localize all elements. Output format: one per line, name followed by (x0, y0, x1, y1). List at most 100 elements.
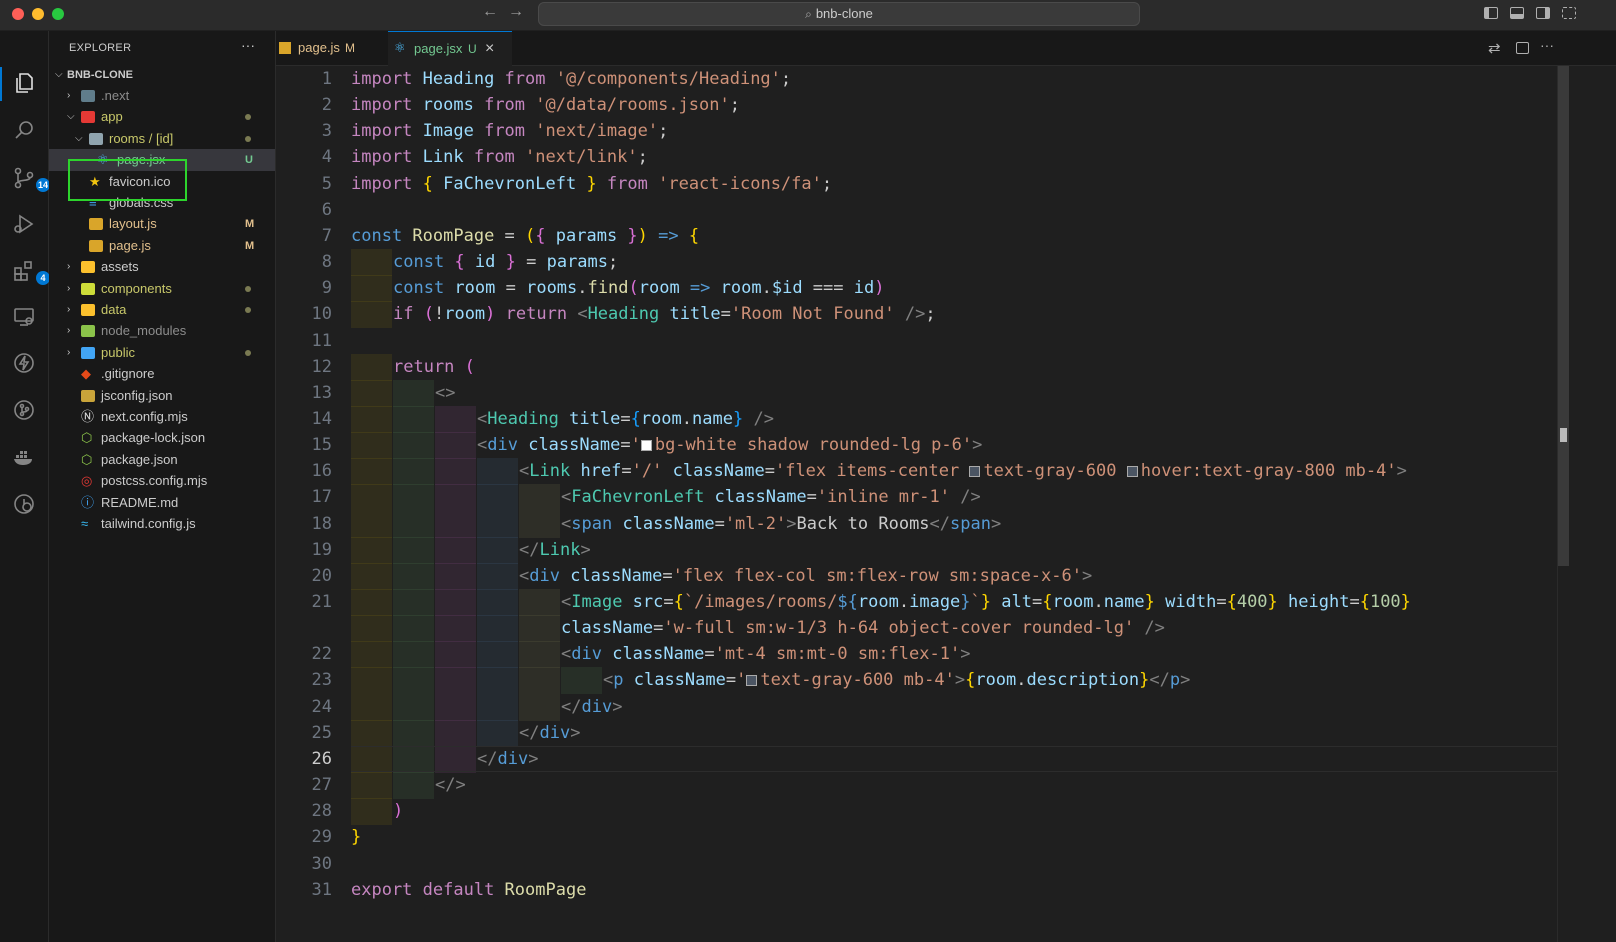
minimize-window-button[interactable] (32, 8, 44, 20)
code-line[interactable]: import Heading from '@/components/Headin… (351, 66, 791, 92)
code-token: = (663, 592, 674, 612)
tree-item-package-json[interactable]: ⬡ package.json (49, 449, 275, 471)
tree-item-next[interactable]: › .next (49, 85, 275, 107)
code-token: ; (637, 147, 648, 168)
indent-guide (435, 562, 476, 590)
tree-item-components[interactable]: › components (49, 278, 275, 300)
code-line[interactable]: </Link> (519, 537, 591, 563)
command-center-search[interactable]: ⌕ bnb-clone (538, 2, 1140, 26)
code-line[interactable]: <p className=' text-gray-600 mb-4'>{room.… (603, 667, 1190, 693)
editor-scrollbar[interactable] (1557, 66, 1569, 942)
code-token: span (571, 513, 623, 534)
customize-layout-icon[interactable] (1562, 7, 1576, 19)
tree-item-tailwind-config-js[interactable]: ≈ tailwind.config.js (49, 513, 275, 535)
code-line[interactable]: import Link from 'next/link'; (351, 144, 648, 170)
tree-item-package-lock-json[interactable]: ⬡ package-lock.json (49, 427, 275, 449)
code-line[interactable]: const room = rooms.find(room => room.$id… (393, 275, 884, 301)
code-line[interactable]: const { id } = params; (393, 249, 618, 275)
code-line[interactable]: <Link href='/' className='flex items-cen… (519, 458, 1407, 484)
line-number: 26 (311, 748, 332, 769)
modified-dot (245, 114, 251, 121)
code-line[interactable]: } (351, 824, 361, 850)
code-line[interactable]: const RoomPage = ({ params }) => { (351, 223, 699, 249)
code-line[interactable]: className='w-full sm:w-1/3 h-64 object-c… (561, 615, 1165, 641)
code-editor[interactable]: 1 2 3 4 5 6 7 8 9 10 11 12 13 14 15 16 17 18 19 20 21 22 23 24 2… (276, 66, 1566, 942)
tree-item-readme-md[interactable]: ⓘ README.md (49, 492, 275, 514)
search-icon[interactable] (12, 118, 36, 142)
code-line[interactable]: <> (435, 380, 455, 406)
code-line[interactable]: <Heading title={room.name} /> (477, 406, 774, 432)
code-line[interactable]: </> (435, 772, 466, 798)
line-number: 20 (311, 565, 332, 586)
tree-item-page-js[interactable]: page.js M (49, 235, 275, 257)
tree-item-app[interactable]: ⌵ app (49, 106, 275, 128)
open-changes-icon[interactable]: ⇄ (1488, 39, 1501, 57)
code-line[interactable]: <FaChevronLeft className='inline mr-1' /… (561, 484, 981, 510)
maximize-window-button[interactable] (52, 8, 64, 20)
explorer-files-icon[interactable] (12, 71, 36, 95)
extensions-icon[interactable]: 4 (12, 259, 50, 285)
tab-page-jsx[interactable]: ⚛ page.jsx U × (388, 31, 512, 66)
tree-item-layout-js[interactable]: layout.js M (49, 213, 275, 235)
tree-item-next-config-mjs[interactable]: Ⓝnext.config.mjs (49, 406, 275, 428)
line-number: 9 (321, 278, 332, 299)
color-swatch (746, 675, 758, 687)
line-number: 30 (311, 853, 332, 874)
toggle-panel-icon[interactable] (1510, 7, 1524, 19)
code-token: 'w-full sm:w-1/3 h-64 object-cover round… (663, 618, 1145, 639)
tab-page-js[interactable]: page.js M (276, 31, 388, 65)
code-line[interactable]: import rooms from '@/data/rooms.json'; (351, 92, 740, 118)
workspace-root[interactable]: ⌵ BNB-CLONE (49, 64, 275, 86)
tree-item-public[interactable]: › public (49, 342, 275, 364)
code-line[interactable]: </div> (561, 694, 622, 720)
forward-arrow-icon[interactable]: → (508, 3, 524, 21)
tree-item-label: .gitignore (101, 366, 155, 382)
remote-explorer-icon[interactable] (12, 305, 36, 329)
code-line[interactable]: <div className=' bg-white shadow rounded-… (477, 432, 982, 458)
line-number: 18 (311, 513, 332, 534)
tree-item-postcss-config-mjs[interactable]: ◎ postcss.config.mjs (49, 470, 275, 492)
code-token: } (1144, 592, 1166, 612)
code-line[interactable]: if (!room) return <Heading title='Room N… (393, 301, 936, 327)
code-line[interactable]: <Image src={`/images/rooms/${room.image}… (561, 589, 1411, 615)
close-tab-icon[interactable]: × (485, 32, 494, 66)
run-debug-icon[interactable] (12, 212, 36, 236)
code-token: . (761, 278, 772, 299)
tree-item-data[interactable]: › data (49, 299, 275, 321)
toggle-secondary-sidebar-icon[interactable] (1536, 7, 1550, 19)
docker-icon[interactable] (12, 445, 36, 469)
editor-more-icon[interactable]: ··· (1540, 37, 1554, 53)
scrollbar-thumb[interactable] (1558, 66, 1569, 566)
code-line[interactable]: <div className='mt-4 sm:mt-0 sm:flex-1'> (561, 641, 970, 667)
code-token: room (857, 592, 899, 612)
code-line[interactable]: import { FaChevronLeft } from 'react-ico… (351, 171, 832, 197)
code-line[interactable]: return ( (393, 354, 475, 380)
code-line[interactable]: <div className='flex flex-col sm:flex-ro… (519, 563, 1092, 589)
source-control-icon[interactable]: 14 (12, 166, 51, 192)
toggle-primary-sidebar-icon[interactable] (1484, 7, 1498, 19)
code-line[interactable]: </div> (519, 720, 580, 746)
git-graph-icon[interactable] (12, 398, 36, 422)
tree-item-assets[interactable]: › assets (49, 256, 275, 278)
indent-guide (351, 562, 392, 590)
tree-item-jsconfig-json[interactable]: jsconfig.json (49, 385, 275, 407)
tree-item-gitignore[interactable]: ◆ .gitignore (49, 363, 275, 385)
code-line[interactable]: export default RoomPage (351, 877, 586, 903)
code-line[interactable]: import Image from 'next/image'; (351, 118, 668, 144)
more-actions-icon[interactable]: ··· (241, 37, 255, 53)
code-token: ; (658, 121, 669, 142)
code-token: title (669, 304, 721, 325)
split-editor-icon[interactable] (1516, 42, 1529, 54)
git-status-badge: M (245, 239, 255, 252)
folder-icon (81, 90, 95, 102)
tree-item-node-modules[interactable]: › node_modules (49, 320, 275, 342)
tree-item-rooms-id[interactable]: ⌵ rooms / [id] (49, 128, 275, 150)
code-line[interactable]: </div> (477, 746, 538, 772)
code-line[interactable]: ) (393, 798, 403, 824)
close-window-button[interactable] (12, 8, 24, 20)
back-arrow-icon[interactable]: ← (482, 3, 498, 21)
timeline-icon[interactable] (12, 492, 36, 516)
indent-guide (435, 667, 476, 695)
lightning-icon[interactable] (12, 351, 36, 375)
code-line[interactable]: <span className='ml-2'>Back to Rooms</sp… (561, 511, 1001, 537)
